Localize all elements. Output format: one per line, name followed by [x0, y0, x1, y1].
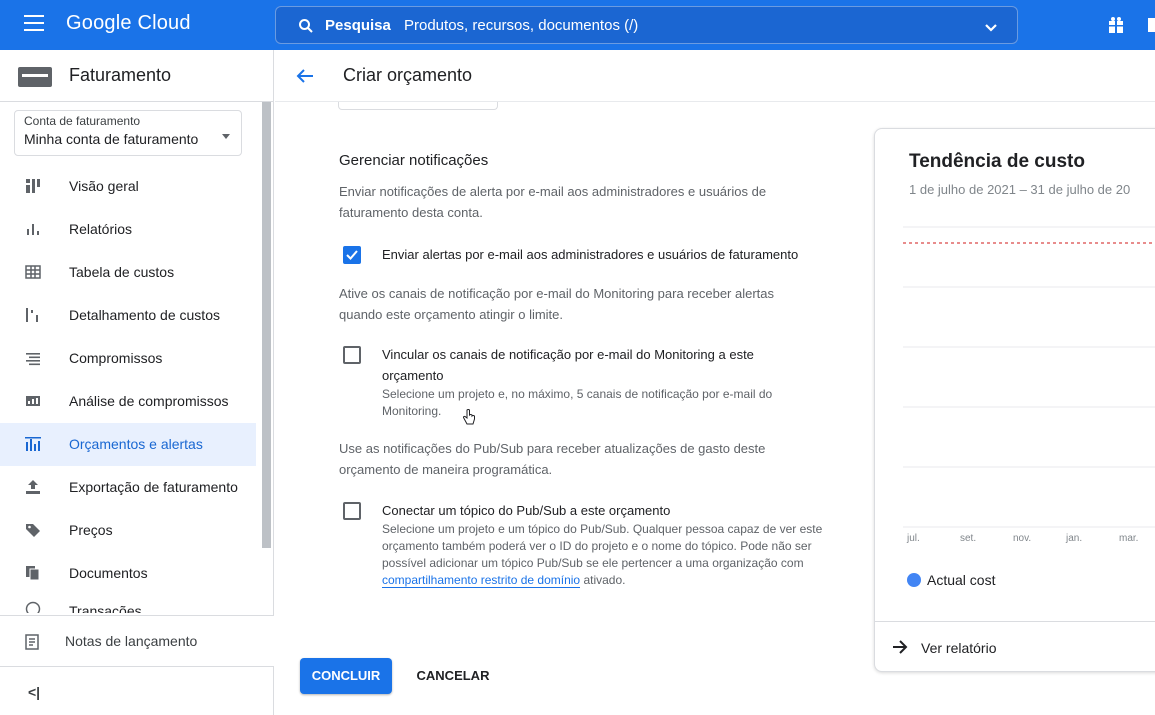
x-tick-label: nov.	[1013, 533, 1031, 544]
domain-restricted-sharing-link[interactable]: compartilhamento restrito de domínio	[382, 573, 581, 588]
pubsub-topic-checkbox[interactable]	[343, 502, 361, 520]
sidebar-item-label: Compromissos	[69, 350, 163, 366]
release-notes-icon	[25, 634, 39, 655]
sidebar-scrollbar[interactable]	[262, 102, 271, 548]
top-app-bar: Google Cloud Pesquisa Produtos, recursos…	[0, 0, 1155, 50]
budget-icon	[25, 436, 41, 452]
billing-account-select[interactable]: Conta de faturamento Minha conta de fatu…	[14, 110, 242, 156]
sidebar-item-label: Documentos	[69, 565, 148, 581]
cost-trend-title: Tendência de custo	[909, 151, 1085, 172]
analysis-icon	[25, 393, 41, 409]
sidebar-item-label: Preços	[69, 522, 113, 538]
sidebar-item-overview[interactable]: Visão geral	[0, 165, 256, 208]
submit-button[interactable]: CONCLUIR	[300, 658, 392, 694]
gift-icon[interactable]	[1108, 16, 1124, 39]
sidebar-item-label: Detalhamento de custos	[69, 307, 220, 323]
check-icon	[346, 250, 358, 260]
sidebar-item-documents[interactable]: Documentos	[0, 552, 256, 595]
arrow-right-icon	[891, 639, 909, 660]
dropdown-caret-icon	[222, 134, 230, 139]
page-title: Criar orçamento	[343, 65, 473, 85]
email-alerts-label[interactable]: Enviar alertas por e-mail aos administra…	[382, 244, 852, 265]
sidebar-header: Faturamento	[0, 50, 273, 102]
x-tick-label: mar.	[1119, 533, 1138, 544]
search-icon	[298, 18, 314, 39]
sidebar-item-commitment-analysis[interactable]: Análise de compromissos	[0, 380, 256, 423]
sidebar-item-label: Exportação de faturamento	[69, 479, 238, 495]
back-arrow-icon[interactable]	[295, 66, 315, 91]
sidebar-item-label: Orçamentos e alertas	[69, 436, 203, 452]
hand-cursor-icon	[462, 409, 476, 432]
sidebar-title: Faturamento	[69, 65, 172, 85]
billing-icon	[18, 67, 52, 87]
bar-chart-icon	[25, 221, 41, 237]
collapse-sidebar-button[interactable]: <|	[28, 684, 40, 700]
overflow-icon[interactable]	[1148, 18, 1155, 32]
billing-account-label: Conta de faturamento	[24, 114, 141, 128]
view-report-link[interactable]: Ver relatório	[875, 621, 1155, 671]
cancel-button[interactable]: CANCELAR	[406, 658, 500, 694]
sidebar-item-reports[interactable]: Relatórios	[0, 208, 256, 251]
sidebar-nav: Visão geral Relatórios Tabela de custos …	[0, 165, 256, 613]
upload-icon	[25, 479, 41, 495]
x-tick-label: jul.	[906, 533, 920, 544]
legend-swatch	[907, 573, 921, 587]
search-placeholder[interactable]: Produtos, recursos, documentos (/)	[404, 17, 638, 34]
list-icon	[25, 350, 41, 366]
menu-icon[interactable]	[24, 15, 44, 35]
monitoring-channels-label[interactable]: Vincular os canais de notificação por e-…	[382, 344, 802, 386]
notifications-intro: Enviar notificações de alerta por e-mail…	[339, 184, 767, 220]
dashboard-icon	[25, 178, 41, 194]
pubsub-topic-help: Selecione um projeto e um tópico do Pub/…	[382, 521, 852, 589]
cost-trend-chart: jul. set. nov. jan. mar.	[903, 226, 1155, 544]
search-label: Pesquisa	[325, 17, 391, 34]
sidebar-item-label: Tabela de custos	[69, 264, 175, 280]
documents-icon	[25, 565, 41, 581]
sidebar-item-label: Análise de compromissos	[69, 393, 229, 409]
google-cloud-logo[interactable]: Google Cloud	[66, 12, 191, 35]
monitoring-intro: Ative os canais de notificação por e-mai…	[339, 286, 775, 322]
x-tick-label: set.	[960, 533, 976, 544]
sidebar-item-label: Visão geral	[69, 178, 139, 194]
breakdown-icon	[25, 307, 41, 323]
monitoring-channels-checkbox[interactable]	[343, 346, 361, 364]
cost-trend-card: Tendência de custo 1 de julho de 2021 – …	[874, 128, 1155, 672]
previous-field-edge	[338, 102, 498, 110]
table-icon	[25, 264, 41, 280]
sidebar-item-pricing[interactable]: Preços	[0, 509, 256, 552]
chart-x-axis: jul. set. nov. jan. mar.	[906, 533, 1138, 544]
monitoring-channels-help: Selecione um projeto e, no máximo, 5 can…	[382, 387, 773, 418]
cost-trend-date-range: 1 de julho de 2021 – 31 de julho de 20	[909, 182, 1131, 197]
sidebar-item-cost-breakdown[interactable]: Detalhamento de custos	[0, 294, 256, 337]
chart-gridlines	[903, 226, 1155, 528]
sidebar-item-transactions[interactable]: Transações	[0, 595, 256, 613]
clock-icon	[25, 601, 41, 613]
pubsub-intro: Use as notificações do Pub/Sub para rece…	[339, 441, 766, 477]
sidebar-item-commitments[interactable]: Compromissos	[0, 337, 256, 380]
billing-account-value: Minha conta de faturamento	[24, 131, 199, 147]
tag-icon	[25, 522, 41, 538]
chart-legend: Actual cost	[907, 572, 995, 588]
sidebar-item-label: Transações	[69, 603, 142, 613]
page-header: Criar orçamento	[275, 50, 1155, 102]
legend-label: Actual cost	[927, 572, 996, 588]
pubsub-help-end: ativado.	[583, 573, 626, 587]
sidebar-item-label: Relatórios	[69, 221, 133, 237]
sidebar-item-cost-table[interactable]: Tabela de custos	[0, 251, 256, 294]
pubsub-topic-label[interactable]: Conectar um tópico do Pub/Sub a este orç…	[382, 500, 802, 521]
search-bar[interactable]: Pesquisa Produtos, recursos, documentos …	[275, 6, 1018, 44]
chevron-down-icon[interactable]	[984, 20, 998, 38]
email-alerts-checkbox[interactable]	[343, 246, 361, 264]
billing-sidebar: Faturamento Conta de faturamento Minha c…	[0, 50, 274, 715]
release-notes-label: Notas de lançamento	[65, 633, 198, 649]
x-tick-label: jan.	[1065, 533, 1082, 544]
pubsub-help-text: Selecione um projeto e um tópico do Pub/…	[382, 522, 823, 570]
sidebar-item-release-notes[interactable]: Notas de lançamento	[0, 615, 274, 667]
sidebar-item-billing-export[interactable]: Exportação de faturamento	[0, 466, 256, 509]
view-report-label: Ver relatório	[921, 640, 997, 656]
sidebar-item-budgets-alerts[interactable]: Orçamentos e alertas	[0, 423, 256, 466]
notifications-heading: Gerenciar notificações	[339, 152, 489, 169]
